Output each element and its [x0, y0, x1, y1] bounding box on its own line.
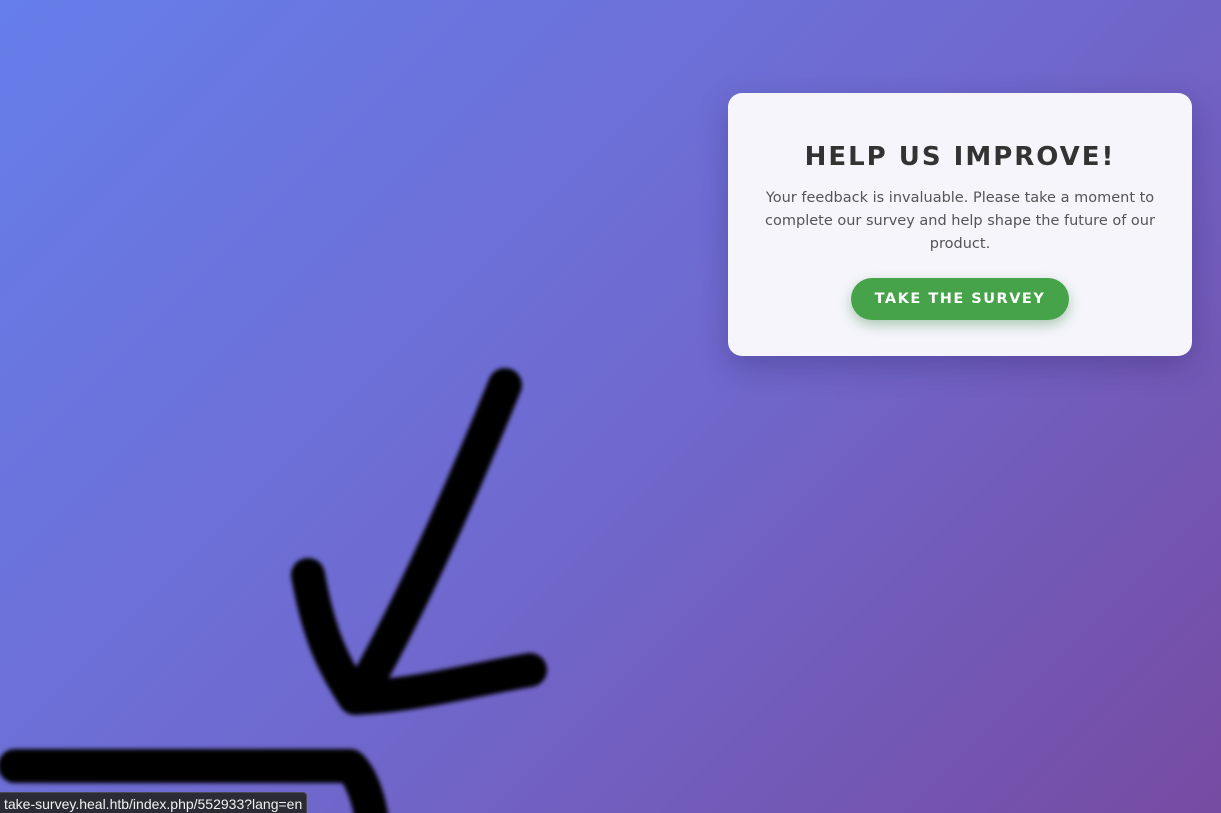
card-description: Your feedback is invaluable. Please take…: [765, 190, 1155, 252]
arrow-shaft: [343, 368, 522, 712]
arrow-head: [291, 558, 547, 715]
link-status-bar: take-survey.heal.htb/index.php/552933?la…: [0, 792, 308, 813]
card-title: HELP US IMPROVE!: [804, 142, 1116, 172]
survey-card: HELP US IMPROVE! Your feedback is invalu…: [728, 93, 1192, 356]
take-survey-button[interactable]: TAKE THE SURVEY: [850, 278, 1070, 320]
